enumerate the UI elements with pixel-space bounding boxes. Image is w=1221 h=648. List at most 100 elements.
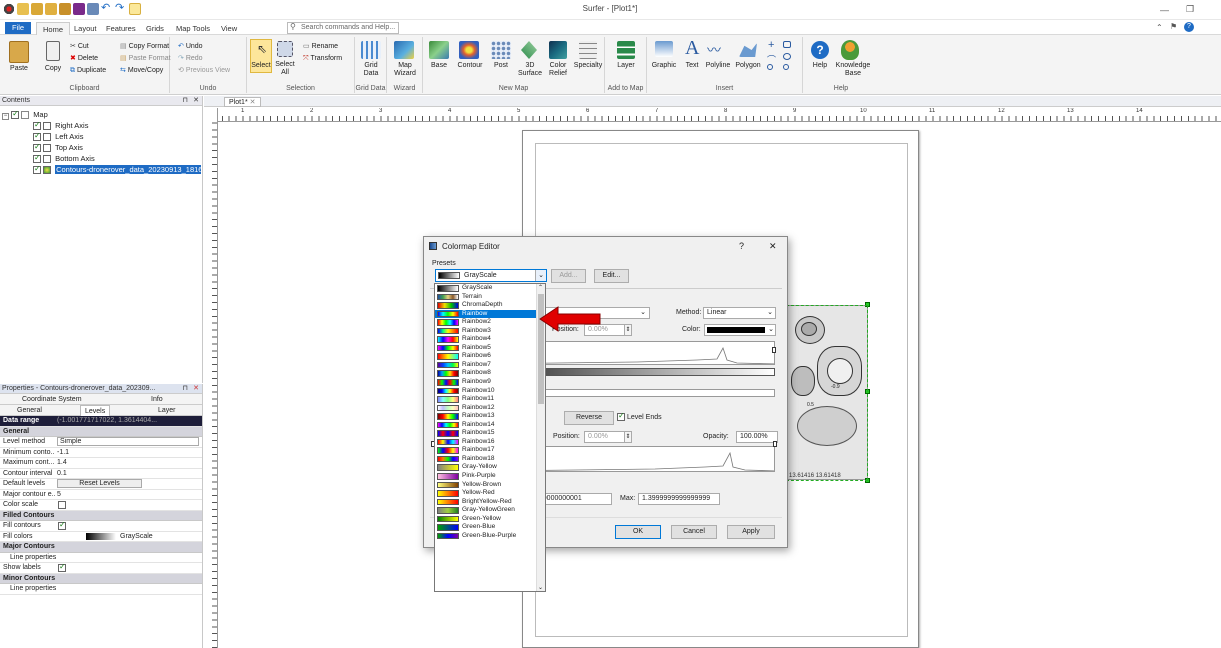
color-picker[interactable]: ⌄ (704, 324, 776, 336)
preset-item[interactable]: Rainbow14 (435, 421, 545, 430)
copy-button[interactable]: Copy (40, 65, 66, 73)
preset-item[interactable]: Rainbow4 (435, 335, 545, 344)
restore-icon[interactable]: ❐ (1186, 4, 1194, 15)
preset-item[interactable]: Pink-Purple (435, 472, 545, 481)
position-spinner[interactable]: ⇕ (624, 324, 632, 336)
color-scale-checkbox[interactable] (58, 501, 66, 509)
prop-show-labels[interactable]: Show labels (0, 562, 202, 574)
preset-item[interactable]: Rainbow7 (435, 361, 545, 370)
method-dropdown[interactable]: Linear ⌄ (703, 307, 776, 319)
tab-home[interactable]: Home (36, 22, 71, 35)
help-icon[interactable]: ? (1184, 22, 1194, 32)
max-input[interactable]: 1.3999999999999999 (638, 493, 720, 505)
dialog-help-button[interactable]: ? (739, 241, 744, 251)
presets-dropdown[interactable]: GrayScale ⌄ (435, 269, 547, 282)
presets-dropdown-list[interactable]: GrayScale Terrain ChromaDepth Rainbow Rainbo… (434, 283, 546, 592)
base-map-button[interactable]: Base (425, 62, 453, 70)
preset-item[interactable]: GrayScale (435, 284, 545, 293)
preset-item[interactable]: Rainbow16 (435, 438, 545, 447)
polyline-button[interactable]: Polyline (703, 62, 733, 70)
left-axis-checkbox[interactable] (33, 131, 41, 142)
open-folder-icon[interactable] (45, 3, 57, 15)
doc-tab-plot1[interactable]: Plot1* ✕ (224, 97, 261, 107)
recent-icon[interactable] (59, 3, 71, 15)
paste-button[interactable]: Paste (4, 65, 34, 73)
prop-fill-contours[interactable]: Fill contours (0, 520, 202, 532)
tab-file[interactable]: File (5, 22, 31, 34)
polyline-icon[interactable]: 〰 (707, 40, 721, 60)
section-general[interactable]: General (0, 426, 202, 437)
select-icon[interactable] (129, 3, 141, 15)
graphic-icon[interactable] (655, 41, 673, 57)
tree-item-right-axis[interactable]: Right Axis (33, 120, 88, 131)
prop-level-method[interactable]: Level method Simple (0, 437, 202, 448)
knowledge-base-button[interactable]: Knowledge Base (833, 62, 873, 78)
bottom-axis-checkbox[interactable] (33, 153, 41, 164)
specialty-map-icon[interactable] (579, 41, 597, 59)
select-all-button[interactable]: Select All (273, 61, 297, 77)
preset-item[interactable]: Gray-YellowGreen (435, 506, 545, 515)
polygon-button[interactable]: Polygon (733, 62, 763, 70)
reverse-button[interactable]: Reverse (564, 411, 614, 425)
undo-icon[interactable]: ↶ (101, 3, 113, 15)
preset-item[interactable]: Rainbow6 (435, 352, 545, 361)
copy-icon[interactable] (46, 41, 60, 61)
preset-item[interactable]: Rainbow5 (435, 344, 545, 353)
minimize-icon[interactable]: — (1160, 5, 1169, 15)
tab-map-tools[interactable]: Map Tools (170, 22, 216, 35)
cancel-button[interactable]: Cancel (671, 525, 717, 539)
prop-contour-interval[interactable]: Contour interval 0.1 (0, 469, 202, 479)
preset-item[interactable]: Rainbow13 (435, 412, 545, 421)
pin-icon[interactable]: ⊓ (183, 96, 188, 106)
prop-value[interactable]: GrayScale (120, 532, 153, 542)
open-icon[interactable] (31, 3, 43, 15)
color-relief-icon[interactable] (549, 41, 567, 59)
preset-item[interactable]: Rainbow11 (435, 395, 545, 404)
help-button[interactable]: Help (806, 62, 834, 70)
graphic-button[interactable]: Graphic (649, 62, 679, 70)
flag-icon[interactable]: ⚑ (1170, 22, 1177, 31)
map-wizard-button[interactable]: Map Wizard (390, 62, 420, 78)
preset-item[interactable]: Rainbow15 (435, 429, 545, 438)
preset-item[interactable]: Rainbow (435, 309, 545, 319)
polygon-icon[interactable] (739, 43, 757, 57)
preset-item[interactable]: Green-Blue-Purple (435, 532, 545, 541)
section-filled-contours[interactable]: Filled Contours (0, 510, 202, 521)
fill-contours-checkbox[interactable] (58, 520, 66, 530)
color-relief-button[interactable]: Color Relief (543, 62, 573, 78)
preset-item[interactable]: Yellow-Red (435, 489, 545, 498)
preset-item[interactable]: Rainbow3 (435, 327, 545, 336)
redo-button[interactable]: ↷ Redo (178, 54, 203, 64)
redo-icon[interactable]: ↷ (115, 3, 127, 15)
contour-map-icon[interactable] (459, 41, 479, 59)
scroll-down-icon[interactable]: ⌄ (538, 584, 543, 591)
tree-item-bottom-axis[interactable]: Bottom Axis (33, 153, 95, 164)
duplicate-button[interactable]: ⧉ Duplicate (70, 66, 106, 76)
prop-line-properties[interactable]: Line properties (0, 553, 202, 563)
prop-major-contour-every[interactable]: Major contour e... 5 (0, 490, 202, 500)
tree-item-map[interactable]: − Map (2, 109, 48, 120)
grid-data-button[interactable]: Grid Data (357, 62, 385, 78)
prop-value[interactable]: 1.4 (57, 458, 200, 468)
tab-coordinate-system[interactable]: Coordinate System (22, 394, 82, 405)
copy-format-button[interactable]: ▤ Copy Format (120, 42, 169, 52)
tree-item-top-axis[interactable]: Top Axis (33, 142, 83, 153)
tab-view[interactable]: View (215, 22, 243, 35)
knowledge-base-icon[interactable] (841, 40, 859, 60)
preset-item[interactable]: Rainbow9 (435, 378, 545, 387)
base-map-icon[interactable] (429, 41, 449, 59)
transform-button[interactable]: ⤧ Transform (303, 54, 342, 64)
node-handle[interactable] (773, 441, 777, 447)
undo-button[interactable]: ↶ Undo (178, 42, 203, 52)
dialog-close-button[interactable]: ✕ (769, 241, 777, 252)
rectangle-icon[interactable] (783, 41, 791, 48)
preset-item[interactable]: Green-Blue (435, 523, 545, 532)
contour-map-button[interactable]: Contour (453, 62, 487, 70)
node-handle[interactable] (772, 347, 776, 353)
level-ends-check[interactable] (617, 411, 625, 422)
prop-fill-colors[interactable]: Fill colors GrayScale (0, 532, 202, 542)
tab-layer[interactable]: Layer (158, 405, 176, 416)
section-major-contours[interactable]: Major Contours (0, 542, 202, 553)
ribbon-collapse-icon[interactable]: ⌃ (1156, 23, 1163, 32)
tab-info[interactable]: Info (151, 394, 163, 405)
